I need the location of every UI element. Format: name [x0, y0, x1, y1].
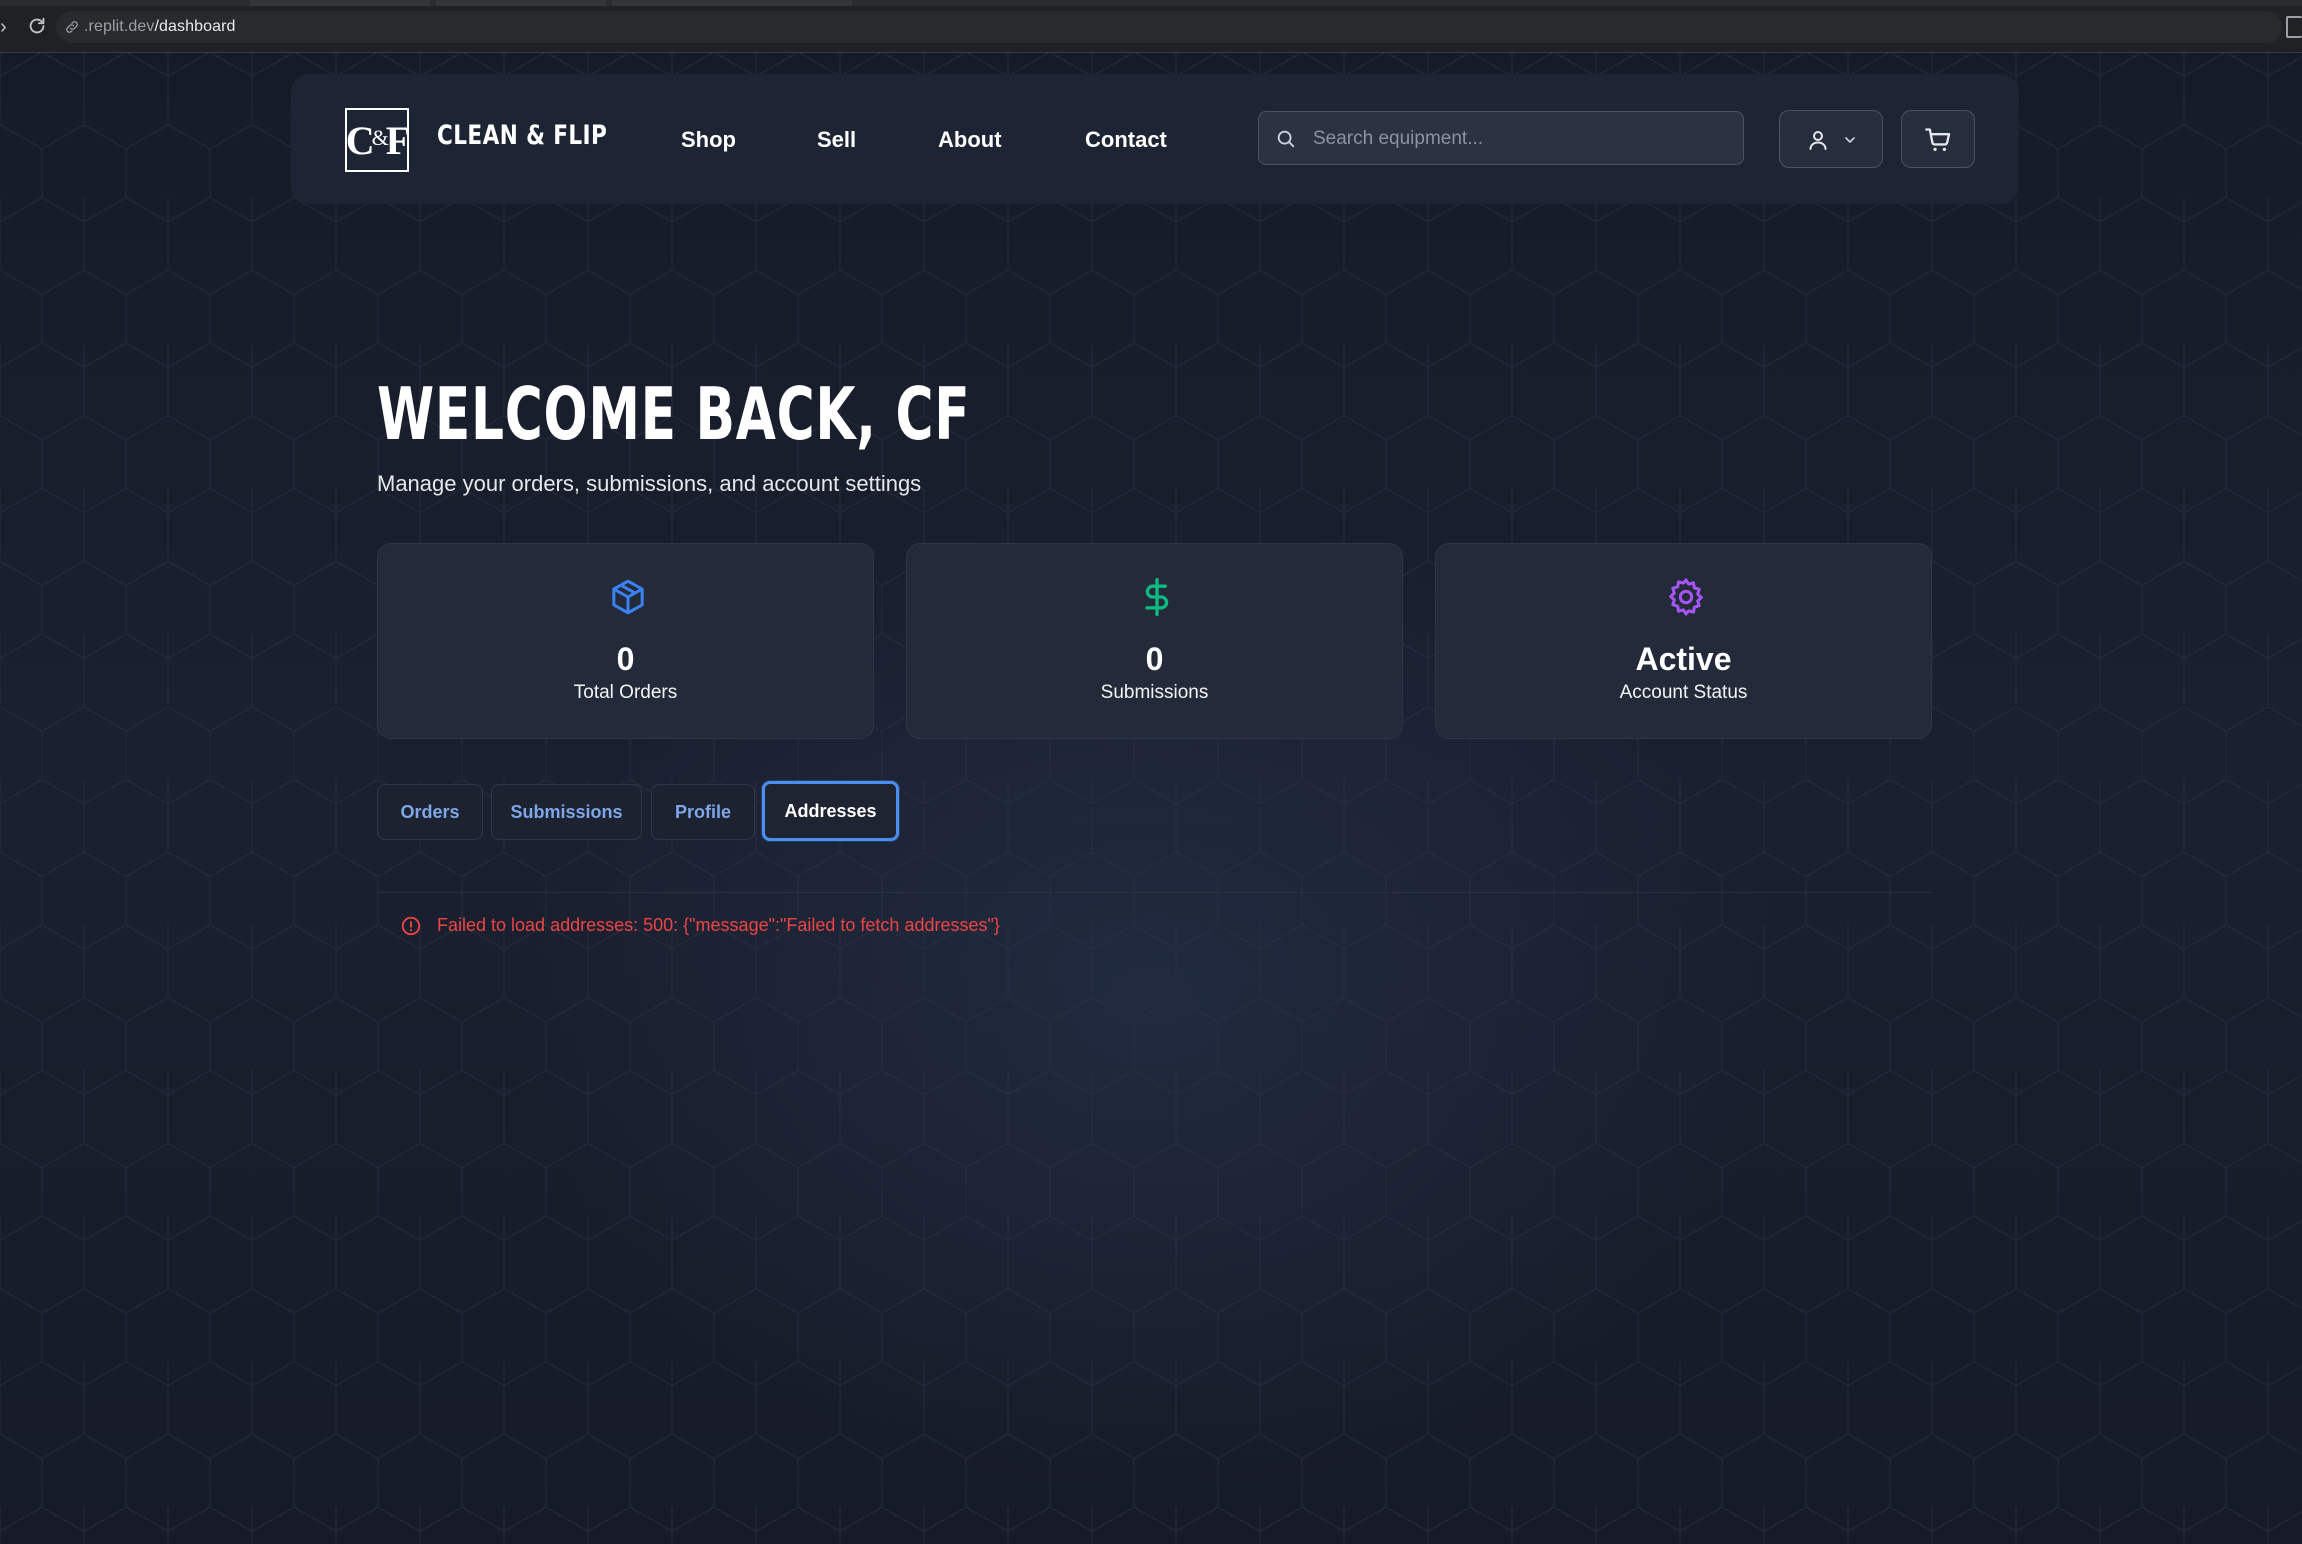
tab-addresses[interactable]: Addresses	[762, 781, 899, 841]
nav-link-sell[interactable]: Sell	[817, 127, 856, 153]
alert-circle-icon	[401, 916, 421, 936]
search-box	[1258, 111, 1744, 166]
forward-arrow-icon[interactable]: ›	[0, 16, 7, 39]
cart-icon	[1925, 128, 1951, 151]
stat-label: Account Status	[1619, 682, 1748, 703]
stat-card-total-orders: 0 Total Orders	[377, 543, 874, 739]
stat-value: 0	[616, 641, 635, 677]
address-bar[interactable]: .replit.dev/dashboard	[56, 11, 2282, 43]
dollar-icon	[1145, 577, 1169, 617]
logo-letter-c: C	[345, 117, 375, 163]
user-menu-button[interactable]	[1779, 110, 1883, 168]
site-navbar: C & F CLEAN & FLIP Shop Sell About Contact	[291, 74, 2019, 204]
error-message: Failed to load addresses: 500: {"message…	[437, 915, 1000, 935]
browser-tab[interactable]	[436, 0, 606, 6]
stat-value: Active	[1635, 641, 1732, 677]
logo-ampersand: &	[371, 125, 389, 150]
brand-name[interactable]: CLEAN & FLIP	[437, 120, 607, 151]
brand-logo[interactable]: C & F	[345, 108, 410, 172]
package-icon	[612, 579, 644, 615]
chevron-down-icon	[1845, 137, 1855, 143]
link-icon	[66, 21, 78, 33]
page-subtitle: Manage your orders, submissions, and acc…	[377, 471, 922, 496]
browser-toolbar: › .replit.dev/dashboard	[0, 0, 2302, 53]
stat-label: Total Orders	[573, 682, 678, 703]
tab-profile[interactable]: Profile	[651, 784, 755, 840]
stat-card-submissions: 0 Submissions	[906, 543, 1403, 739]
nav-link-about[interactable]: About	[938, 127, 1002, 153]
page-title: WELCOME BACK, CF	[377, 372, 971, 456]
nav-link-shop[interactable]: Shop	[681, 127, 736, 153]
cart-button[interactable]	[1901, 110, 1975, 168]
url-path: /dashboard	[154, 18, 236, 35]
page: › .replit.dev/dashboard C & F CLEAN & FLIP…	[0, 0, 2302, 1544]
nav-link-contact[interactable]: Contact	[1085, 127, 1167, 153]
tab-strip	[0, 0, 2302, 6]
stat-label: Submissions	[1100, 682, 1209, 703]
search-input[interactable]	[1311, 112, 1735, 166]
url-domain: .replit.dev	[84, 18, 155, 35]
search-icon	[1277, 130, 1295, 148]
url-text: .replit.dev/dashboard	[84, 18, 236, 36]
stat-value: 0	[1145, 641, 1164, 677]
stat-card-account-status: Active Account Status	[1435, 543, 1932, 739]
browser-tab[interactable]	[612, 0, 852, 6]
tab-orders[interactable]: Orders	[377, 784, 483, 840]
gear-icon	[1669, 578, 1703, 616]
user-icon	[1809, 131, 1827, 150]
tab-submissions[interactable]: Submissions	[491, 784, 642, 840]
reload-icon[interactable]	[26, 15, 48, 37]
side-panel-icon[interactable]	[2286, 16, 2302, 38]
divider	[377, 892, 1933, 893]
hex-pattern-background	[0, 52, 2302, 1544]
logo-letter-f: F	[385, 117, 410, 163]
browser-tab[interactable]	[250, 0, 430, 6]
